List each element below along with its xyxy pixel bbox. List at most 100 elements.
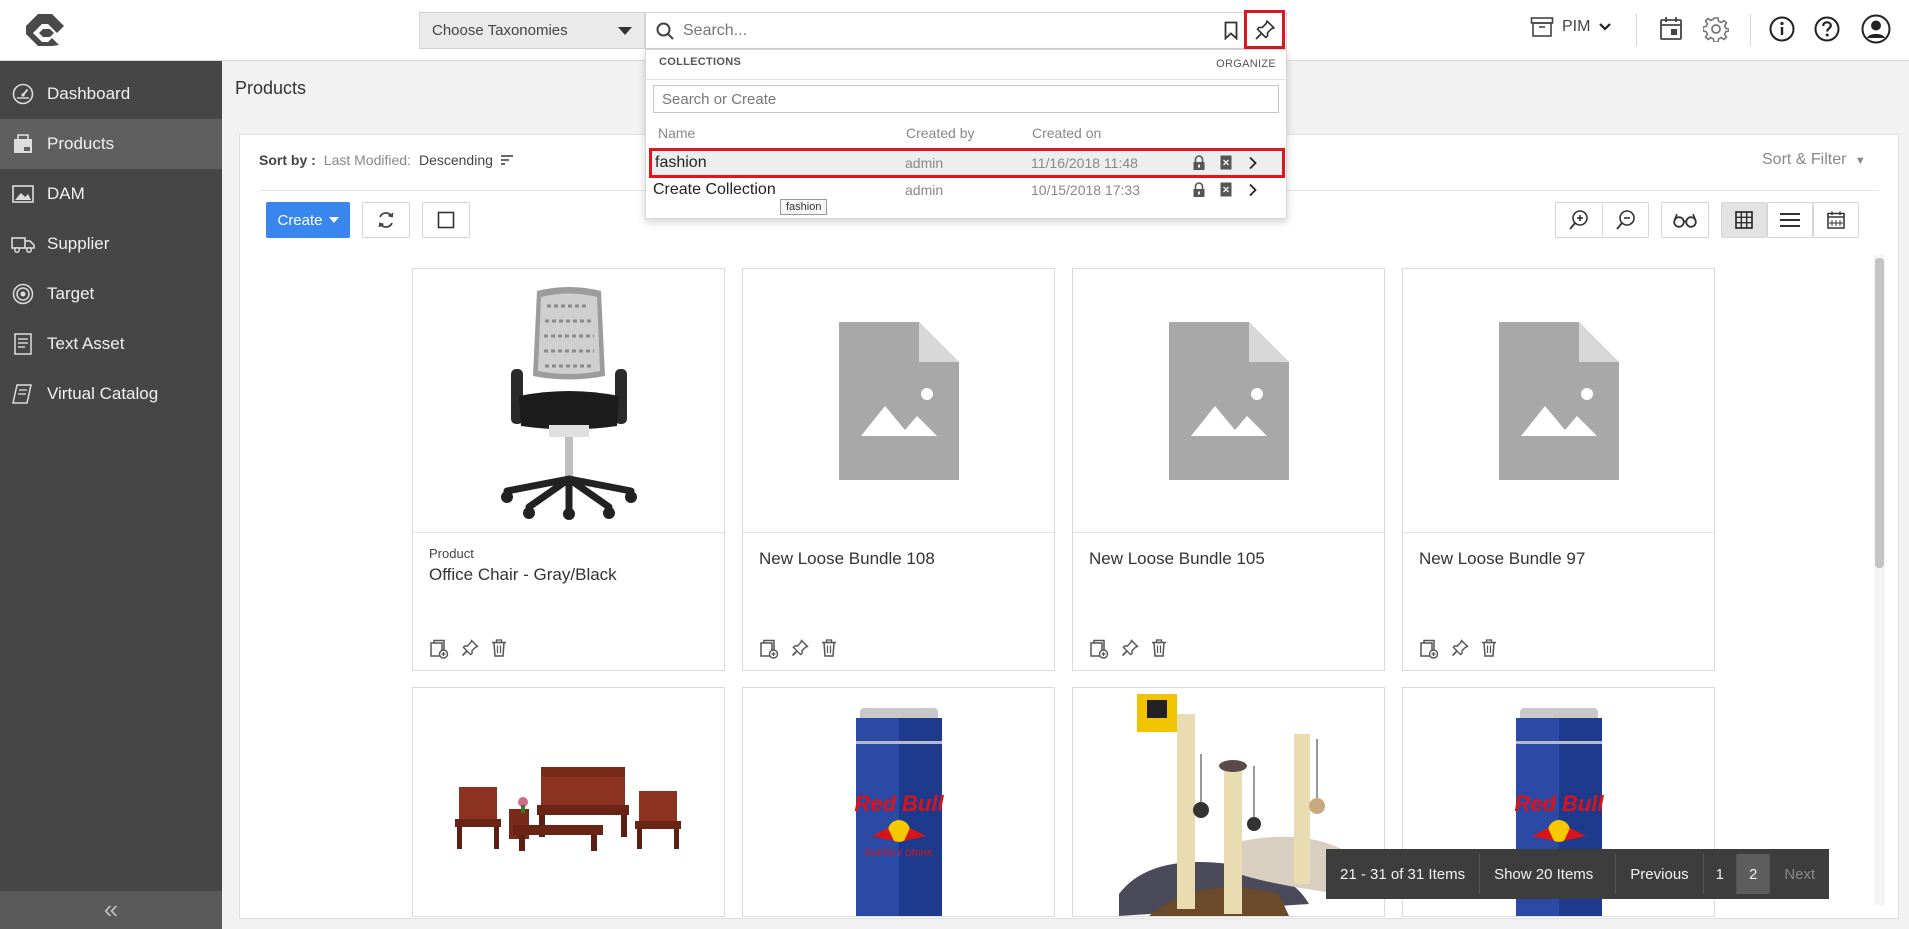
- can-brand-text: Red Bull: [854, 791, 944, 816]
- product-thumbnail: [413, 688, 724, 916]
- page-1-button[interactable]: 1: [1702, 854, 1736, 894]
- archive-icon: [1530, 17, 1554, 37]
- card-actions: [1089, 639, 1167, 659]
- sidebar-item-products[interactable]: Products: [0, 119, 222, 169]
- chevron-down-icon: [618, 27, 632, 35]
- energy-drink-can-image: Red Bull ENERGY DRINK: [854, 708, 944, 916]
- next-page-button[interactable]: Next: [1769, 854, 1829, 894]
- info-icon[interactable]: [1769, 16, 1795, 42]
- previous-page-button[interactable]: Previous: [1615, 854, 1702, 894]
- collection-row[interactable]: fashion admin 11/16/2018 11:48: [649, 148, 1285, 178]
- module-switcher-label: PIM: [1562, 18, 1591, 35]
- chevron-right-icon[interactable]: [1248, 156, 1258, 170]
- zoom-in-icon: [1569, 210, 1588, 230]
- image-placeholder-icon: [1168, 321, 1289, 480]
- sidebar-item-dam[interactable]: DAM: [0, 169, 222, 219]
- collection-row[interactable]: Create Collection admin 10/15/2018 17:33: [649, 175, 1285, 205]
- preview-toggle-button[interactable]: [1661, 202, 1709, 238]
- page-title: Products: [235, 78, 307, 98]
- divider: [1636, 14, 1637, 46]
- pin-icon[interactable]: [791, 639, 809, 659]
- add-to-collection-icon[interactable]: [1419, 639, 1439, 659]
- chevron-right-icon[interactable]: [1248, 183, 1258, 197]
- trash-icon[interactable]: [491, 639, 507, 659]
- sort-lines-icon: [500, 155, 513, 165]
- select-all-checkbox[interactable]: [422, 202, 470, 238]
- pin-icon[interactable]: [1451, 639, 1469, 659]
- product-card[interactable]: New Loose Bundle 108: [742, 268, 1055, 671]
- collection-created-on: 10/15/2018 17:33: [1031, 182, 1140, 198]
- refresh-button[interactable]: [362, 202, 410, 238]
- chevron-down-icon: ▼: [1854, 155, 1866, 167]
- product-card[interactable]: Red Bull ENERGY DRINK: [742, 687, 1055, 917]
- calendar-view-button[interactable]: [1813, 202, 1859, 238]
- bookmark-icon[interactable]: [1224, 21, 1238, 40]
- grid-view-button[interactable]: [1721, 202, 1767, 238]
- divider: [646, 79, 1286, 80]
- search-input[interactable]: [683, 19, 1223, 43]
- product-name: New Loose Bundle 108: [759, 549, 935, 568]
- user-avatar-icon[interactable]: [1861, 14, 1891, 44]
- trash-icon[interactable]: [1151, 639, 1167, 659]
- calendar-box-icon[interactable]: [1659, 16, 1683, 42]
- add-to-collection-icon[interactable]: [429, 639, 449, 659]
- list-view-button[interactable]: [1767, 202, 1813, 238]
- collection-search-input[interactable]: [653, 85, 1279, 113]
- trash-icon[interactable]: [1481, 639, 1497, 659]
- module-switcher[interactable]: PIM: [1530, 16, 1612, 38]
- page-size-select[interactable]: Show 20 Items: [1479, 854, 1607, 894]
- glasses-icon: [1673, 213, 1697, 228]
- refresh-icon: [378, 212, 394, 228]
- pin-icon[interactable]: [461, 639, 479, 659]
- can-sub-text: ENERGY DRINK: [864, 848, 932, 858]
- sort-direction: Descending: [418, 152, 493, 168]
- trash-icon[interactable]: [821, 639, 837, 659]
- create-button[interactable]: Create: [266, 202, 350, 238]
- sort-filter-toggle[interactable]: Sort & Filter ▼: [1762, 151, 1866, 169]
- sidebar-item-virtual-catalog[interactable]: Virtual Catalog: [0, 369, 222, 419]
- product-card[interactable]: New Loose Bundle 97: [1402, 268, 1715, 671]
- image-icon: [9, 184, 37, 204]
- taxonomy-select[interactable]: Choose Taxonomies: [419, 12, 645, 49]
- lock-icon[interactable]: [1192, 182, 1206, 198]
- global-search: [645, 12, 1287, 49]
- pin-icon[interactable]: [1121, 639, 1139, 659]
- add-to-collection-icon[interactable]: [1089, 639, 1109, 659]
- zoom-out-button[interactable]: [1602, 202, 1649, 238]
- delete-collection-icon[interactable]: [1220, 155, 1232, 170]
- product-card[interactable]: Product Office Chair - Gray/Black: [412, 268, 725, 671]
- sidebar-item-text-asset[interactable]: Text Asset: [0, 319, 222, 369]
- app-logo[interactable]: [20, 10, 70, 50]
- lock-icon[interactable]: [1192, 155, 1206, 171]
- card-actions: [759, 639, 837, 659]
- sidebar-item-label: Text Asset: [47, 334, 125, 353]
- gear-icon[interactable]: [1703, 16, 1729, 42]
- column-header-name: Name: [658, 125, 696, 141]
- sidebar-item-dashboard[interactable]: Dashboard: [0, 69, 222, 119]
- help-icon[interactable]: [1814, 16, 1840, 42]
- product-name: New Loose Bundle 97: [1419, 549, 1586, 568]
- collections-dropdown: COLLECTIONS ORGANIZE Name Created by Cre…: [645, 49, 1287, 219]
- card-actions: [1419, 639, 1497, 659]
- product-card[interactable]: New Loose Bundle 105: [1072, 268, 1385, 671]
- organize-link[interactable]: ORGANIZE: [1216, 58, 1276, 70]
- collections-pin-button[interactable]: [1244, 10, 1285, 49]
- can-brand-text: Red Bull: [1514, 791, 1604, 816]
- sidebar-item-label: Virtual Catalog: [47, 384, 159, 403]
- product-thumbnail: [413, 269, 724, 533]
- pin-icon: [1254, 19, 1275, 40]
- zoom-in-button[interactable]: [1555, 202, 1603, 238]
- sort-control[interactable]: Sort by : Last Modified: Descending: [259, 152, 513, 168]
- scrollbar-thumb[interactable]: [1875, 258, 1884, 568]
- sidebar-item-label: Target: [47, 284, 95, 303]
- product-card[interactable]: [412, 687, 725, 917]
- sidebar-item-supplier[interactable]: Supplier: [0, 219, 222, 269]
- page-2-button[interactable]: 2: [1736, 854, 1770, 894]
- sidebar-collapse-button[interactable]: «: [0, 891, 222, 929]
- catalog-icon: [9, 383, 37, 405]
- add-to-collection-icon[interactable]: [759, 639, 779, 659]
- calendar-icon: [1827, 211, 1845, 229]
- create-button-label: Create: [277, 211, 323, 229]
- sidebar-item-target[interactable]: Target: [0, 269, 222, 319]
- delete-collection-icon[interactable]: [1220, 182, 1232, 197]
